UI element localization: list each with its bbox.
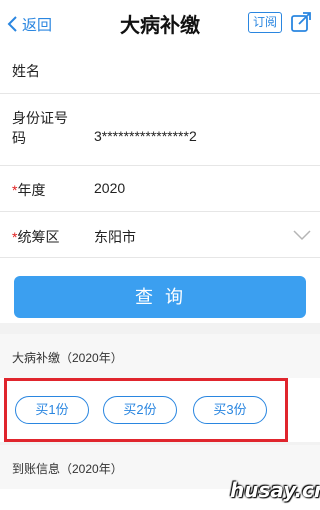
query-button[interactable]: 查询 — [14, 276, 306, 318]
section-title-supplement: 大病补缴（2020年） — [12, 351, 123, 365]
region-row[interactable]: *统筹区 东阳市 — [0, 212, 320, 258]
name-row[interactable]: 姓名 — [0, 48, 320, 94]
section-header-supplement: 大病补缴（2020年） — [0, 334, 320, 378]
id-number-field[interactable]: 3****************2 — [94, 128, 197, 144]
id-number-label-line2: 码 — [12, 130, 26, 146]
share-icon — [291, 12, 311, 32]
buy-3-button[interactable]: 买3份 — [193, 396, 267, 424]
buy-1-button[interactable]: 买1份 — [15, 396, 89, 424]
region-select[interactable]: 东阳市 — [94, 227, 136, 247]
year-label: *年度 — [12, 180, 45, 200]
top-nav-bar: 返回 大病补缴 订阅 — [0, 0, 320, 48]
region-label-text: 统筹区 — [17, 229, 60, 245]
id-number-row[interactable]: 身份证号 码 3****************2 — [0, 94, 320, 166]
id-number-label-line1: 身份证号 — [12, 110, 68, 126]
name-label: 姓名 — [12, 63, 40, 79]
section-title-arrival: 到账信息（2020年） — [12, 462, 123, 476]
chevron-down-icon[interactable] — [292, 229, 312, 241]
app-root: 返回 大病补缴 订阅 姓名 身份证号 码 3****************2 … — [0, 0, 320, 510]
buy-2-button[interactable]: 买2份 — [103, 396, 177, 424]
query-form: 姓名 身份证号 码 3****************2 *年度 2020 *统… — [0, 48, 320, 323]
watermark: husay.cn — [230, 478, 320, 502]
region-label: *统筹区 — [12, 227, 59, 247]
purchase-options: 买1份 买2份 买3份 — [0, 378, 320, 442]
subscribe-button[interactable]: 订阅 — [248, 12, 282, 33]
year-row[interactable]: *年度 2020 — [0, 166, 320, 212]
year-label-text: 年度 — [17, 182, 46, 198]
year-field[interactable]: 2020 — [94, 180, 125, 196]
share-button[interactable] — [290, 11, 312, 33]
